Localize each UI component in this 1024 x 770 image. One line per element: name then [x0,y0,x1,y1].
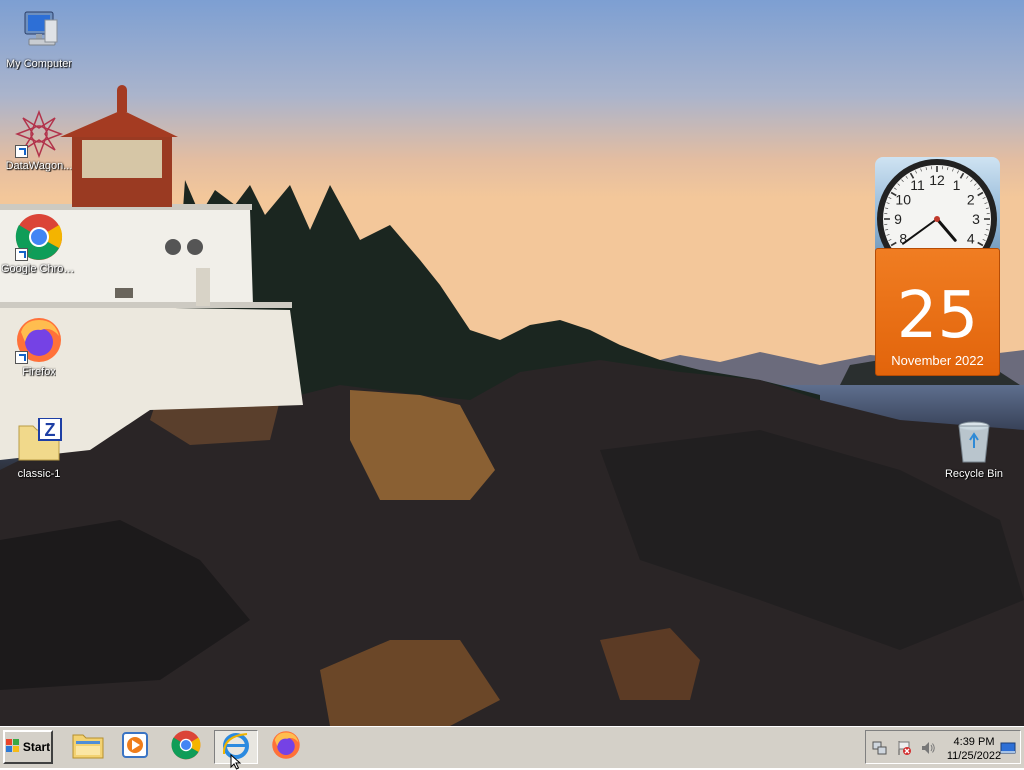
taskbar-button-media-player[interactable] [113,730,157,764]
desktop-icon-label: classic-1 [18,468,61,480]
desktop-icon-label: DataWagon... [6,160,73,172]
clock-numeral: 11 [910,177,925,193]
zip-file-icon: Z [15,418,63,466]
wallpaper-image [0,0,1024,726]
network-icon[interactable] [872,740,888,756]
desktop-icon-classic-1[interactable]: Z classic-1 [0,418,79,480]
clock-numeral: 4 [967,231,975,247]
system-tray: 4:39 PM 11/25/2022 [865,730,1021,764]
tray-clock-date[interactable]: 11/25/2022 [944,750,1004,762]
action-center-flag-icon[interactable] [896,740,912,756]
desktop-icon-google-chrome[interactable]: Google Chrome [0,213,79,275]
shortcut-arrow-icon [15,145,28,158]
show-desktop-icon[interactable] [1000,740,1016,756]
chrome-icon [171,730,201,765]
clock-numeral: 3 [972,211,980,227]
clock-numeral: 12 [929,172,945,188]
clock-numeral: 10 [895,192,911,208]
clock-numeral: 1 [953,177,961,193]
svg-text:Z: Z [45,420,56,440]
firefox-icon [15,316,63,364]
calendar-month-year: November 2022 [876,353,999,368]
firefox-icon [271,730,301,765]
shortcut-arrow-icon [15,351,28,364]
taskbar-button-firefox[interactable] [264,730,308,764]
taskbar: Start [0,726,1024,768]
windows-logo-icon [6,739,20,756]
volume-icon[interactable] [920,740,936,756]
taskbar-button-chrome[interactable] [164,730,208,764]
recycle-bin-icon [950,418,998,466]
start-button[interactable]: Start [3,730,53,764]
calendar-gadget[interactable]: 25 November 2022 [875,248,1000,376]
desktop-icon-firefox[interactable]: Firefox [0,316,79,378]
taskbar-button-file-explorer[interactable] [66,730,110,764]
shortcut-arrow-icon [15,248,28,261]
desktop[interactable]: My Computer DataWagon... [0,0,1024,726]
desktop-icon-datawagon[interactable]: DataWagon... [0,110,79,172]
start-label: Start [23,740,50,754]
clock-numeral: 2 [967,192,975,208]
calendar-day: 25 [876,281,999,351]
chrome-icon [15,213,63,261]
desktop-icon-label: Firefox [22,366,56,378]
desktop-icon-label: Google Chrome [1,263,77,275]
desktop-icon-recycle-bin[interactable]: Recycle Bin [934,418,1014,480]
media-player-icon [121,731,149,764]
tray-clock-time[interactable]: 4:39 PM [952,736,996,748]
my-computer-icon [15,8,63,56]
folder-icon [72,731,104,764]
desktop-icon-label: Recycle Bin [945,468,1003,480]
desktop-icon-label: My Computer [6,58,72,70]
datawagon-icon [15,110,63,158]
desktop-icon-my-computer[interactable]: My Computer [0,8,79,70]
clock-numeral: 9 [894,211,902,227]
